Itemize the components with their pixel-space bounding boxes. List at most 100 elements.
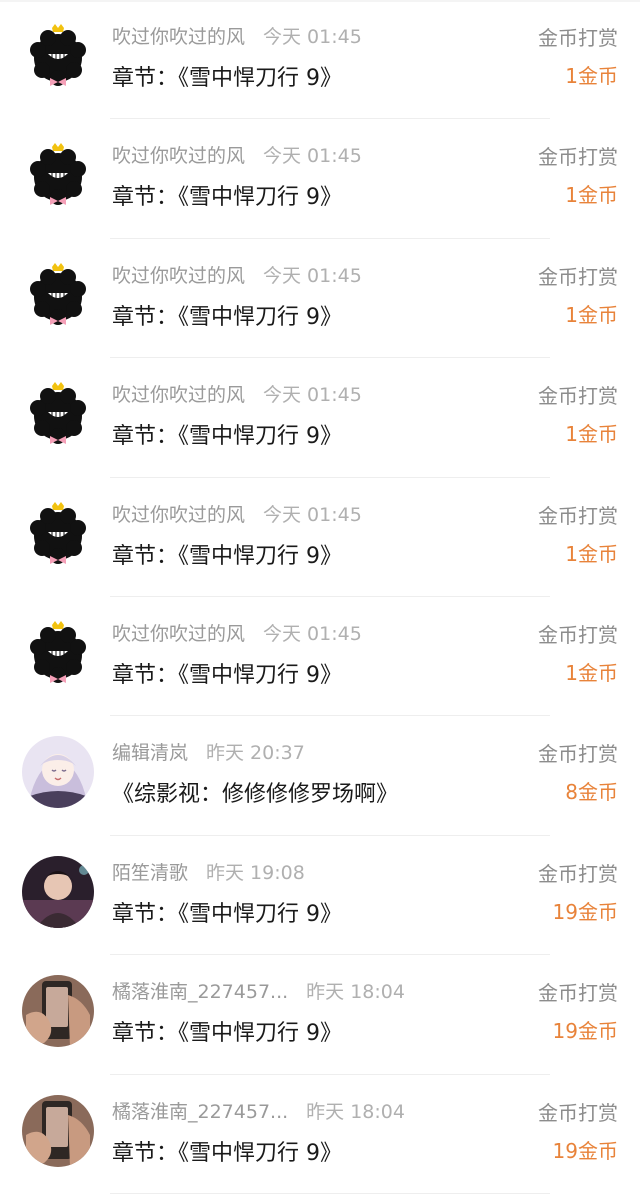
reward-record-row[interactable]: 吹过你吹过的风 今天 01:45 章节：《雪中悍刀行 9》 金币打赏 1金币 bbox=[0, 358, 640, 478]
record-meta: 吹过你吹过的风 今天 01:45 bbox=[112, 261, 362, 288]
username[interactable]: 吹过你吹过的风 bbox=[112, 26, 245, 48]
avatar[interactable] bbox=[22, 258, 94, 331]
reward-amount: 1金币 bbox=[565, 422, 618, 447]
reward-record-row[interactable]: 橘落淮南_227457... 昨天 18:04 章节：《雪中悍刀行 9》 金币打赏… bbox=[0, 955, 640, 1075]
black-fluffy-avatar-icon bbox=[22, 20, 94, 92]
record-title[interactable]: 章节：《雪中悍刀行 9》 bbox=[112, 179, 342, 211]
record-title[interactable]: 《综影视：修修修修罗场啊》 bbox=[112, 776, 398, 808]
book-title: 《雪中悍刀行 9》 bbox=[178, 543, 343, 569]
reward-type-label: 金币打赏 bbox=[538, 503, 618, 528]
username[interactable]: 吹过你吹过的风 bbox=[112, 265, 245, 287]
reward-record-row[interactable]: 编辑清岚 昨天 20:37 《综影视：修修修修罗场啊》 金币打赏 8金币 bbox=[0, 716, 640, 836]
avatar[interactable] bbox=[22, 1094, 94, 1167]
reward-amount: 8金币 bbox=[565, 780, 618, 805]
username[interactable]: 吹过你吹过的风 bbox=[112, 623, 245, 645]
timestamp: 今天 01:45 bbox=[263, 623, 362, 645]
chapter-prefix: 章节： bbox=[112, 663, 179, 688]
username[interactable]: 陌笙清歌 bbox=[112, 862, 188, 884]
book-title: 《综影视：修修修修罗场啊》 bbox=[112, 782, 399, 808]
reward-amount: 1金币 bbox=[565, 661, 618, 685]
record-meta: 吹过你吹过的风 今天 01:45 bbox=[112, 141, 362, 168]
record-meta: 吹过你吹过的风 今天 01:45 bbox=[112, 22, 362, 49]
black-fluffy-avatar-icon bbox=[22, 258, 94, 331]
reward-record-row[interactable]: 吹过你吹过的风 今天 01:45 章节：《雪中悍刀行 9》 金币打赏 1金币 bbox=[0, 239, 640, 359]
chapter-prefix: 章节： bbox=[112, 1140, 179, 1166]
book-title: 《雪中悍刀行 9》 bbox=[178, 424, 343, 450]
record-meta: 橘落淮南_227457... 昨天 18:04 bbox=[112, 977, 405, 1004]
timestamp: 今天 01:45 bbox=[263, 384, 362, 407]
avatar[interactable] bbox=[22, 855, 94, 928]
reward-amount: 1金币 bbox=[565, 302, 618, 327]
black-fluffy-avatar-icon bbox=[22, 497, 94, 570]
reward-type-label: 金币打赏 bbox=[538, 623, 618, 647]
reward-amount: 19金币 bbox=[552, 1019, 618, 1044]
timestamp: 今天 01:45 bbox=[263, 145, 362, 168]
book-title: 《雪中悍刀行 9》 bbox=[178, 663, 343, 688]
record-title[interactable]: 章节：《雪中悍刀行 9》 bbox=[112, 60, 342, 92]
reward-amount: 1金币 bbox=[565, 183, 618, 208]
timestamp: 今天 01:45 bbox=[263, 503, 362, 526]
record-meta: 吹过你吹过的风 今天 01:45 bbox=[112, 500, 362, 527]
book-title: 《雪中悍刀行 9》 bbox=[178, 185, 343, 211]
record-title[interactable]: 章节：《雪中悍刀行 9》 bbox=[112, 1015, 342, 1047]
record-title[interactable]: 章节：《雪中悍刀行 9》 bbox=[112, 896, 342, 928]
record-title[interactable]: 章节：《雪中悍刀行 9》 bbox=[112, 1135, 342, 1167]
chapter-prefix: 章节： bbox=[112, 543, 179, 569]
chapter-prefix: 章节： bbox=[112, 424, 179, 450]
chapter-prefix: 章节： bbox=[112, 304, 179, 330]
reward-record-row[interactable]: 橘落淮南_227457... 昨天 18:04 章节：《雪中悍刀行 9》 金币打赏… bbox=[0, 1075, 640, 1194]
record-title[interactable]: 章节：《雪中悍刀行 9》 bbox=[112, 657, 342, 689]
avatar[interactable] bbox=[22, 975, 94, 1048]
person-photo-avatar-icon bbox=[22, 855, 94, 928]
book-title: 《雪中悍刀行 9》 bbox=[178, 66, 343, 91]
avatar[interactable] bbox=[22, 20, 94, 92]
username[interactable]: 橘落淮南_227457... bbox=[112, 981, 288, 1003]
chapter-prefix: 章节： bbox=[112, 1021, 179, 1047]
record-meta: 编辑清岚 昨天 20:37 bbox=[112, 738, 305, 765]
avatar[interactable] bbox=[22, 617, 94, 689]
reward-type-label: 金币打赏 bbox=[538, 384, 618, 409]
black-fluffy-avatar-icon bbox=[22, 139, 94, 212]
reward-record-row[interactable]: 陌笙清歌 昨天 19:08 章节：《雪中悍刀行 9》 金币打赏 19金币 bbox=[0, 836, 640, 956]
reward-record-row[interactable]: 吹过你吹过的风 今天 01:45 章节：《雪中悍刀行 9》 金币打赏 1金币 bbox=[0, 478, 640, 597]
record-meta: 陌笙清歌 昨天 19:08 bbox=[112, 858, 305, 885]
username[interactable]: 编辑清岚 bbox=[112, 742, 188, 764]
avatar[interactable] bbox=[22, 736, 94, 809]
username[interactable]: 吹过你吹过的风 bbox=[112, 384, 245, 406]
black-fluffy-avatar-icon bbox=[22, 617, 94, 689]
record-title[interactable]: 章节：《雪中悍刀行 9》 bbox=[112, 299, 342, 331]
reward-type-label: 金币打赏 bbox=[538, 742, 618, 767]
book-title: 《雪中悍刀行 9》 bbox=[178, 901, 343, 927]
reward-record-row[interactable]: 吹过你吹过的风 今天 01:45 章节：《雪中悍刀行 9》 金币打赏 1金币 bbox=[0, 0, 640, 120]
avatar[interactable] bbox=[22, 378, 94, 451]
reward-amount: 19金币 bbox=[552, 899, 618, 924]
book-title: 《雪中悍刀行 9》 bbox=[178, 1021, 343, 1047]
username[interactable]: 吹过你吹过的风 bbox=[112, 145, 245, 167]
timestamp: 昨天 18:04 bbox=[306, 1100, 405, 1123]
reward-type-label: 金币打赏 bbox=[538, 145, 618, 170]
timestamp: 今天 01:45 bbox=[263, 26, 362, 48]
record-title[interactable]: 章节：《雪中悍刀行 9》 bbox=[112, 538, 342, 570]
timestamp: 昨天 19:08 bbox=[206, 861, 305, 884]
reward-record-row[interactable]: 吹过你吹过的风 今天 01:45 章节：《雪中悍刀行 9》 金币打赏 1金币 bbox=[0, 597, 640, 717]
reward-record-list: 吹过你吹过的风 今天 01:45 章节：《雪中悍刀行 9》 金币打赏 1金币 吹… bbox=[0, 0, 640, 1194]
reward-amount: 1金币 bbox=[565, 541, 618, 566]
record-meta: 橘落淮南_227457... 昨天 18:04 bbox=[112, 1097, 405, 1124]
reward-type-label: 金币打赏 bbox=[538, 981, 618, 1006]
reward-amount: 19金币 bbox=[552, 1138, 618, 1163]
username[interactable]: 橘落淮南_227457... bbox=[112, 1101, 288, 1123]
chapter-prefix: 章节： bbox=[112, 66, 179, 91]
avatar[interactable] bbox=[22, 139, 94, 212]
book-title: 《雪中悍刀行 9》 bbox=[178, 304, 343, 330]
record-title[interactable]: 章节：《雪中悍刀行 9》 bbox=[112, 418, 342, 450]
book-title: 《雪中悍刀行 9》 bbox=[178, 1140, 343, 1166]
black-fluffy-avatar-icon bbox=[22, 378, 94, 451]
timestamp: 昨天 20:37 bbox=[206, 742, 305, 765]
reward-type-label: 金币打赏 bbox=[538, 1100, 618, 1125]
username[interactable]: 吹过你吹过的风 bbox=[112, 504, 245, 526]
chapter-prefix: 章节： bbox=[112, 901, 179, 927]
avatar[interactable] bbox=[22, 497, 94, 570]
record-meta: 吹过你吹过的风 今天 01:45 bbox=[112, 619, 362, 646]
hand-photo-avatar-icon bbox=[22, 975, 94, 1048]
reward-record-row[interactable]: 吹过你吹过的风 今天 01:45 章节：《雪中悍刀行 9》 金币打赏 1金币 bbox=[0, 119, 640, 239]
